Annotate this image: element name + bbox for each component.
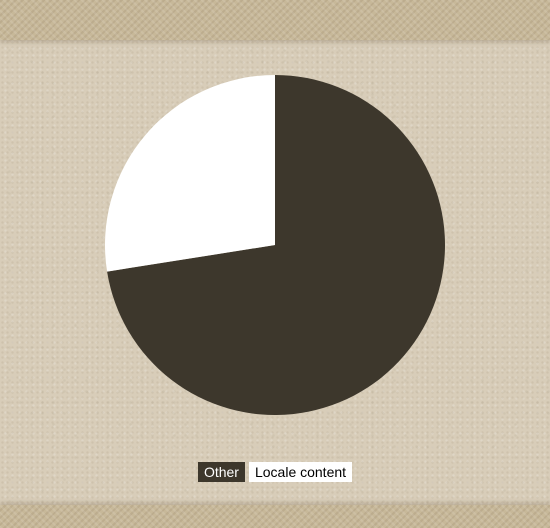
legend-item-locale-content: Locale content	[248, 462, 353, 482]
chart-legend: Other Locale content	[0, 462, 550, 482]
pie-chart	[104, 75, 445, 415]
legend-item-other: Other	[197, 462, 245, 482]
pie-slice-locale-content	[104, 75, 275, 272]
